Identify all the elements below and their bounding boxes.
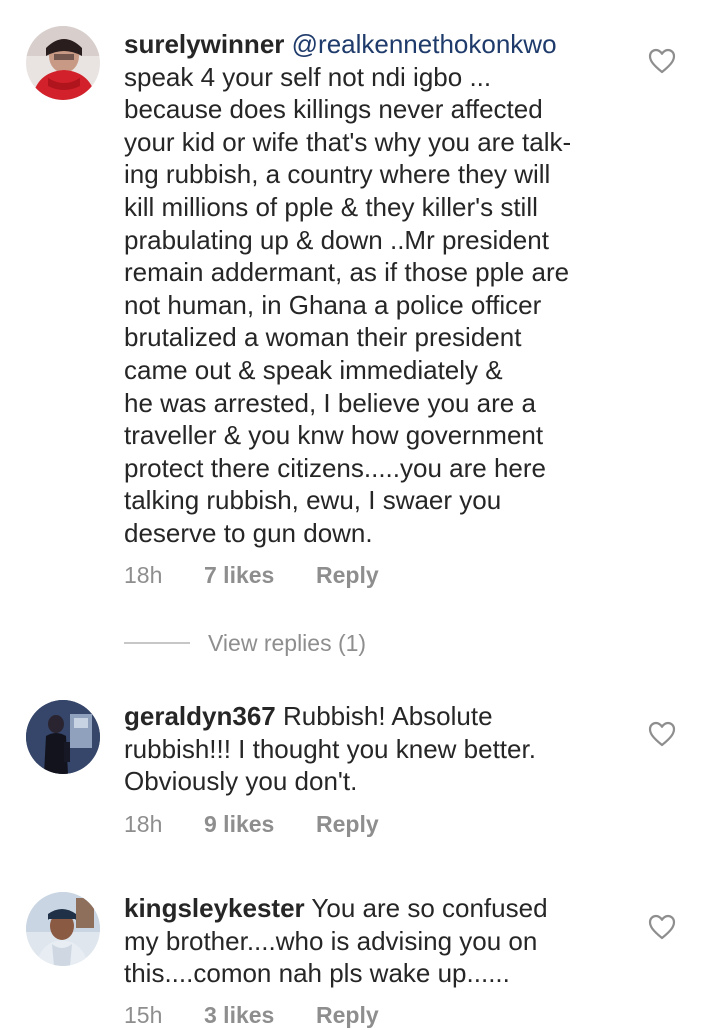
comment-likes-count[interactable]: 3 likes (204, 1000, 274, 1030)
comment-username[interactable]: surelywinner (124, 29, 284, 59)
reply-button[interactable]: Reply (316, 809, 379, 839)
comment-timestamp: 18h (124, 562, 163, 588)
comment-text: surelywinner @realkennethokonkwo speak 4… (124, 28, 624, 550)
comment-mention[interactable]: @realkennethokonkwo (292, 29, 557, 59)
heart-outline-icon[interactable] (648, 48, 676, 74)
comment-username[interactable]: kingsleykester (124, 893, 305, 923)
view-replies-label[interactable]: View replies (1) (208, 626, 366, 660)
comment-text: kingsleykester You are so confused my br… (124, 892, 624, 990)
comment-likes-count[interactable]: 9 likes (204, 809, 274, 839)
heart-outline-icon[interactable] (648, 721, 676, 747)
view-replies-divider (124, 642, 190, 644)
avatar[interactable] (26, 700, 100, 774)
comment-likes-count[interactable]: 7 likes (204, 560, 274, 590)
comment-timestamp: 18h (124, 811, 163, 837)
comment-username[interactable]: geraldyn367 (124, 701, 276, 731)
comment-body: because does killings never affected you… (124, 94, 572, 548)
avatar[interactable] (26, 26, 100, 100)
comment-body-first-line: speak 4 your self not ndi igbo ... (124, 61, 492, 92)
reply-button[interactable]: Reply (316, 1000, 379, 1030)
avatar[interactable] (26, 892, 100, 966)
reply-button[interactable]: Reply (316, 560, 379, 590)
heart-outline-icon[interactable] (648, 914, 676, 940)
comment-timestamp: 15h (124, 1002, 163, 1028)
comment-text: geraldyn367 Rubbish! Absolute rubbish!!!… (124, 700, 624, 798)
